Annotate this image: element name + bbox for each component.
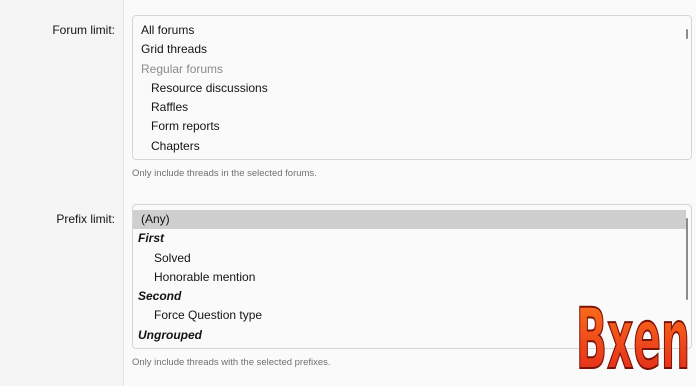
forum-limit-option[interactable]: Chapters	[133, 137, 691, 156]
prefix-limit-option: First	[138, 231, 165, 246]
prefix-limit-hint: Only include threads with the selected p…	[132, 357, 331, 368]
label-column	[0, 0, 124, 386]
forum-limit-option[interactable]: All forums	[133, 21, 691, 40]
forum-limit-option[interactable]: Raffles	[133, 98, 691, 117]
forum-limit-scrollbar[interactable]	[686, 29, 688, 39]
forum-limit-options: All forums Grid threads Regular forums Reso…	[133, 21, 691, 156]
prefix-limit-label: Prefix limit:	[56, 212, 115, 226]
forum-limit-option[interactable]: Form reports	[133, 117, 691, 136]
forum-limit-hint: Only include threads in the selected for…	[132, 168, 317, 179]
svg-text:Bxen: Bxen	[576, 290, 690, 380]
forum-limit-listbox[interactable]: All forums Grid threads Regular forums Reso…	[132, 15, 692, 160]
prefix-limit-option[interactable]: Solved	[133, 249, 691, 268]
bxen-watermark-logo: Bxen	[575, 289, 691, 380]
forum-limit-option: Regular forums	[141, 61, 224, 76]
forum-limit-option[interactable]: Resource discussions	[133, 79, 691, 98]
forum-limit-option[interactable]: Grid threads	[133, 40, 691, 59]
options-form: Forum limit: All forums Grid threads Regul…	[0, 0, 696, 386]
forum-limit-label: Forum limit:	[52, 23, 115, 37]
prefix-limit-option[interactable]: (Any)	[133, 210, 686, 230]
